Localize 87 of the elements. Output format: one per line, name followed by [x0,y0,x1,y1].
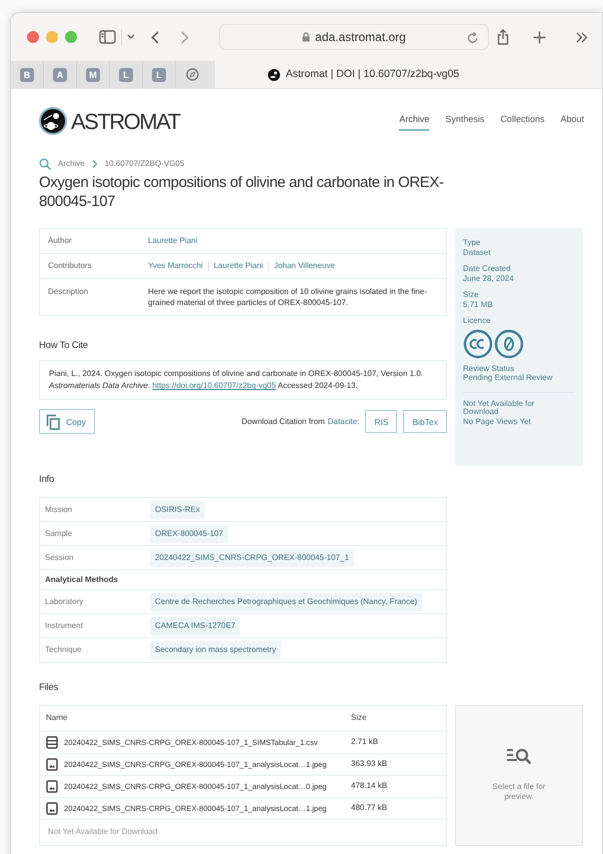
field-label: Mission [45,504,74,516]
citation-format-button[interactable]: RIS [365,410,398,434]
field-label: Description [48,286,90,298]
sidebar-value: 5.71 MB [463,300,494,309]
image-icon [46,802,58,815]
field-label: Author [48,235,73,247]
bookmark-button[interactable]: M [86,68,100,82]
reload-icon[interactable] [467,32,478,44]
copy-button[interactable]: Copy [39,409,95,434]
colon-text: : [357,416,360,428]
close-button[interactable] [27,31,39,43]
field-value: OSIRIS-REx [150,500,205,519]
preview-hint: Select a file for preview. [492,782,546,802]
table-icon [46,736,58,749]
bookmark-button[interactable]: L [119,68,133,82]
sidebar-value: Pending External Review [463,373,554,382]
field-value: Centre de Recherches Petrographiques et Geochimiques (Nancy, France) [150,592,422,611]
sidebar-value: Dataset [463,248,492,257]
sidebar-label: Licence [463,316,492,326]
image-icon [46,780,58,793]
person-link[interactable]: Yves Marrocchi [148,260,203,272]
bookmark-button[interactable]: A [53,68,67,82]
address-bar[interactable]: ada.astromat.org [219,24,489,50]
plus-icon[interactable] [533,30,546,44]
copy-icon [46,414,60,430]
nav-link[interactable]: Archive [399,113,430,131]
sidebar-value: June 28, 2024 [463,274,515,283]
bookmark-button[interactable]: L [152,68,166,82]
tab-title[interactable]: Astromat | DOI | 10.60707/z2bq-vg05 [286,66,460,82]
nav-link[interactable]: Collections [500,113,544,131]
compass-icon[interactable] [186,68,199,81]
files-note: Not Yet Available for Download [48,826,158,838]
datacite-link[interactable]: Datacite [328,416,358,428]
doi-link[interactable]: https://doi.org/10.60707/z2bq-vg05 [152,381,276,390]
field-label: Laboratory [45,596,84,608]
sidebar-label: Type [463,238,482,248]
logo-text[interactable]: ASTROMAT [71,104,180,138]
section-heading: Files [39,682,60,694]
chevron-down-icon[interactable] [127,34,135,40]
column-header: Size [351,712,367,724]
field-label: Technique [45,644,82,656]
breadcrumb-link[interactable]: 10.60707/Z2BQ-VG05 [104,158,184,170]
favicon-icon [268,68,280,80]
sidebar-icon[interactable] [99,30,116,44]
citation-text: Piani, L., 2024. Oxygen isotopic compositions of olivine and carbonate in OREX-800045-107, Version 1.0. Astromaterials Data Archive. https://doi.org/10.60707/z2bq-vg05 Accessed 2024-09-13. [39,360,447,400]
search-icon[interactable] [39,158,51,170]
nav-link[interactable]: Synthesis [445,113,484,131]
field-value: CAMECA IMS-1270E7 [150,616,240,635]
field-value: OREX-800045-107 [150,524,228,543]
share-icon[interactable] [497,29,509,45]
sidebar-note: Not Yet Available for Download [463,400,536,416]
image-icon [46,758,58,771]
person-link[interactable]: Johan Villeneuve [274,260,335,272]
forward-icon[interactable] [181,30,189,44]
subsection-heading: Analytical Methods [45,574,118,586]
person-link[interactable]: Laurette Piani [214,260,264,272]
file-size: 478.14 kB [351,780,388,792]
field-label: Instrument [45,620,84,632]
file-size: 2.71 kB [351,736,378,748]
sidebar-label: Review Status [463,364,516,373]
field-label: Sample [45,528,74,540]
logo-icon[interactable] [39,107,67,135]
back-icon[interactable] [151,30,159,44]
section-heading: How To Cite [39,340,89,352]
section-heading: Info [39,474,56,486]
citation-format-button[interactable]: BibTex [403,410,447,434]
file-size: 363.93 kB [351,758,388,770]
sidebar-label: Size [463,290,480,300]
bookmark-button[interactable]: B [20,68,34,82]
field-label: Contributors [48,260,93,272]
column-header: Name [46,712,68,724]
nav-link[interactable]: About [560,113,584,131]
field-label: Session [45,552,74,564]
field-value: 20240422_SIMS_CNRS-CRPG_OREX-800045-107_1 [150,548,354,567]
download-citation-label: Download Citation from [242,416,325,428]
sidebar-note: No Page Views Yet [463,418,532,426]
sidebar-label: Date Created [463,264,512,274]
person-link[interactable]: Laurette Piani [148,235,198,247]
page-title: Oxygen isotopic compositions of olivine and carbonate in OREX-800045-107 [39,173,445,211]
description-text: Here we report the isotopic composition of 10 olivine grains isolated in the fine-grained material of three particles of OREX-800045-107. [148,286,428,308]
lock-icon [302,32,310,42]
license-icon[interactable] [463,328,525,358]
file-size: 480.77 kB [351,802,388,814]
chevron-right-icon [92,160,98,168]
field-value: Secondary ion mass spectrometry [150,641,281,660]
more-tabs-icon[interactable] [576,32,588,42]
breadcrumb-link[interactable]: Archive [58,158,85,170]
